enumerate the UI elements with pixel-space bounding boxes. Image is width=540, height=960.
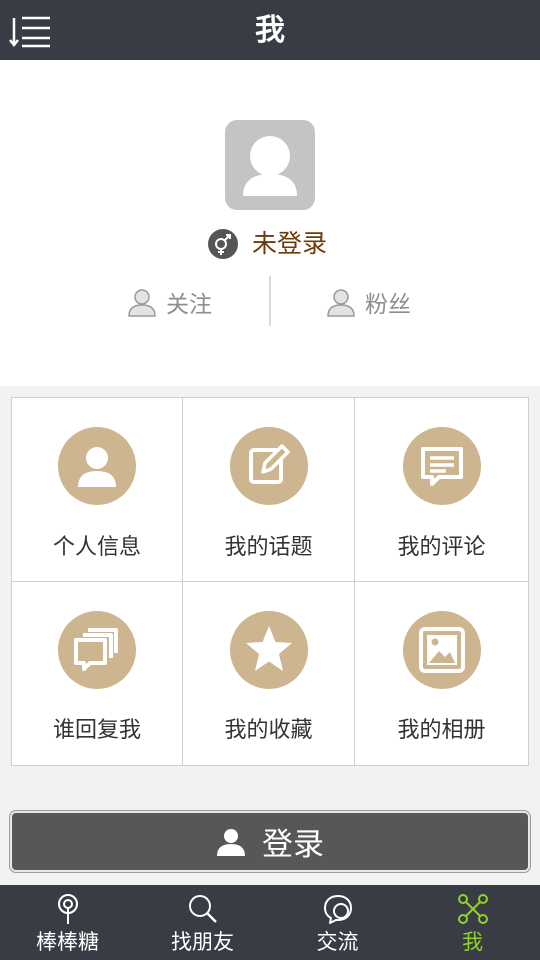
login-status[interactable]: 未登录 [252, 226, 327, 262]
profile-section: 未登录 关注 粉丝 [0, 60, 540, 386]
user-avatar-icon [243, 136, 297, 196]
tab-label: 找朋友 [171, 930, 234, 954]
divider [269, 276, 271, 326]
search-icon [188, 895, 217, 923]
top-bar: 我 [0, 0, 540, 60]
login-button[interactable]: 登录 [10, 811, 530, 872]
edit-icon [229, 427, 308, 505]
fans-label: 粉丝 [365, 292, 411, 318]
tab-me[interactable]: 我 [405, 885, 540, 960]
grid-item-my-comments[interactable]: 我的评论 [355, 398, 528, 582]
fans-button[interactable]: 粉丝 [325, 284, 445, 320]
grid-item-label: 我的评论 [397, 535, 486, 560]
tab-find-friends[interactable]: 找朋友 [135, 885, 270, 960]
grid-item-my-favorites[interactable]: 我的收藏 [183, 582, 355, 765]
tab-communicate[interactable]: 交流 [270, 885, 405, 960]
follow-button[interactable]: 关注 [126, 284, 246, 320]
bottom-tab-bar: 棒棒糖 找朋友 交流 我 [0, 885, 540, 960]
person-icon [58, 427, 136, 505]
person-outline-icon [327, 289, 355, 317]
grid-item-label: 我的收藏 [224, 718, 313, 743]
avatar[interactable] [225, 120, 315, 210]
grid-item-label: 我的相册 [397, 718, 486, 743]
tab-label: 交流 [316, 930, 359, 954]
grid-item-label: 我的话题 [224, 535, 313, 560]
grid-item-label: 个人信息 [52, 535, 141, 560]
grid-item-who-replied[interactable]: 谁回复我 [12, 582, 183, 765]
person-icon [217, 828, 245, 856]
chat-bubbles-icon [58, 611, 136, 689]
chat-icon [323, 895, 352, 924]
tab-lollipop[interactable]: 棒棒糖 [0, 885, 135, 960]
lollipop-icon [57, 894, 78, 924]
image-icon [402, 611, 481, 689]
login-button-label: 登录 [262, 827, 324, 863]
network-icon [457, 894, 488, 924]
function-grid: 个人信息 我的话题 我的评论 谁回复我 我的收藏 我的相册 [11, 397, 529, 766]
page-title: 我 [255, 13, 285, 48]
tab-label: 棒棒糖 [36, 930, 99, 954]
person-outline-icon [128, 289, 156, 317]
follow-label: 关注 [166, 292, 212, 318]
grid-item-personal-info[interactable]: 个人信息 [12, 398, 183, 582]
gender-icon [208, 229, 238, 259]
grid-item-my-topics[interactable]: 我的话题 [183, 398, 355, 582]
grid-item-label: 谁回复我 [52, 718, 141, 743]
comment-icon [402, 427, 481, 505]
tab-label: 我 [462, 930, 483, 954]
grid-item-my-album[interactable]: 我的相册 [355, 582, 528, 765]
star-icon [229, 611, 308, 689]
